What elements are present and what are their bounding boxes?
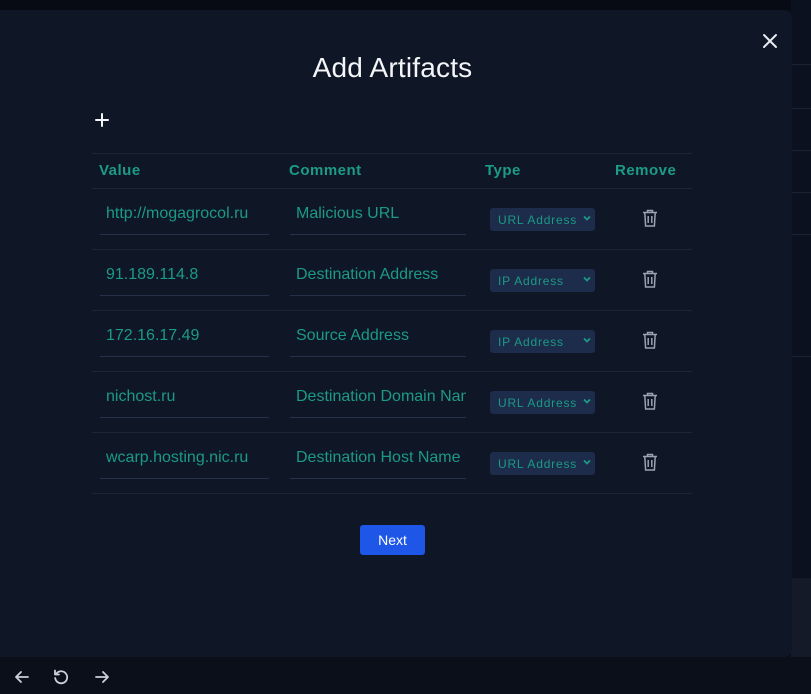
type-select[interactable]: IP Address — [490, 269, 595, 292]
add-artifact-button[interactable] — [92, 110, 112, 130]
trash-icon — [643, 270, 657, 288]
value-input[interactable]: wcarp.hosting.nic.ru — [100, 449, 269, 479]
table-row: http://mogagrocol.ru Malicious URL URL A… — [92, 189, 692, 250]
value-input[interactable]: nichost.ru — [100, 388, 269, 418]
type-select[interactable]: URL Address — [490, 208, 595, 231]
type-select-value: IP Address — [498, 335, 564, 349]
type-select-value: URL Address — [498, 213, 578, 227]
type-select-value: URL Address — [498, 396, 578, 410]
forward-button[interactable] — [92, 667, 112, 687]
background-top-strip — [0, 0, 811, 10]
trash-icon — [643, 209, 657, 227]
remove-button[interactable] — [640, 451, 660, 473]
type-select[interactable]: IP Address — [490, 330, 595, 353]
chevron-down-icon — [583, 215, 591, 221]
type-select[interactable]: URL Address — [490, 391, 595, 414]
reload-button[interactable] — [51, 667, 71, 687]
close-icon — [763, 34, 777, 48]
trash-icon — [643, 331, 657, 349]
type-select[interactable]: URL Address — [490, 452, 595, 475]
remove-button[interactable] — [640, 207, 660, 229]
browser-nav-bar — [0, 657, 811, 694]
back-button[interactable] — [12, 667, 32, 687]
chevron-down-icon — [583, 459, 591, 465]
arrow-left-icon — [15, 671, 29, 683]
remove-button[interactable] — [640, 329, 660, 351]
table-row: 172.16.17.49 Source Address IP Address — [92, 311, 692, 372]
header-comment: Comment — [289, 162, 362, 179]
header-remove: Remove — [615, 162, 677, 179]
chevron-down-icon — [583, 398, 591, 404]
comment-input[interactable]: Malicious URL — [290, 205, 466, 235]
trash-icon — [643, 453, 657, 471]
artifacts-table: Value Comment Type Remove http://mogagro… — [92, 153, 692, 494]
close-button[interactable] — [758, 29, 782, 53]
arrow-right-icon — [95, 671, 109, 683]
comment-input[interactable]: Destination Address — [290, 266, 466, 296]
value-input[interactable]: 91.189.114.8 — [100, 266, 269, 296]
value-input[interactable]: http://mogagrocol.ru — [100, 205, 269, 235]
table-row: nichost.ru Destination Domain Name URL A… — [92, 372, 692, 433]
chevron-down-icon — [583, 276, 591, 282]
type-select-value: IP Address — [498, 274, 564, 288]
next-button[interactable]: Next — [360, 525, 425, 555]
add-artifacts-modal: Add Artifacts Value Comment Type Remove … — [0, 10, 792, 657]
comment-input[interactable]: Destination Domain Name — [290, 388, 466, 418]
remove-button[interactable] — [640, 268, 660, 290]
table-header: Value Comment Type Remove — [92, 153, 692, 189]
comment-input[interactable]: Source Address — [290, 327, 466, 357]
remove-button[interactable] — [640, 390, 660, 412]
background-panel — [791, 578, 811, 658]
trash-icon — [643, 392, 657, 410]
header-value: Value — [99, 162, 141, 179]
table-row: 91.189.114.8 Destination Address IP Addr… — [92, 250, 692, 311]
type-select-value: URL Address — [498, 457, 578, 471]
plus-icon — [95, 113, 109, 127]
table-row: wcarp.hosting.nic.ru Destination Host Na… — [92, 433, 692, 494]
modal-title: Add Artifacts — [312, 52, 473, 83]
comment-input[interactable]: Destination Host Name — [290, 449, 466, 479]
chevron-down-icon — [583, 337, 591, 343]
reload-icon — [54, 669, 69, 685]
value-input[interactable]: 172.16.17.49 — [100, 327, 269, 357]
header-type: Type — [485, 162, 521, 179]
